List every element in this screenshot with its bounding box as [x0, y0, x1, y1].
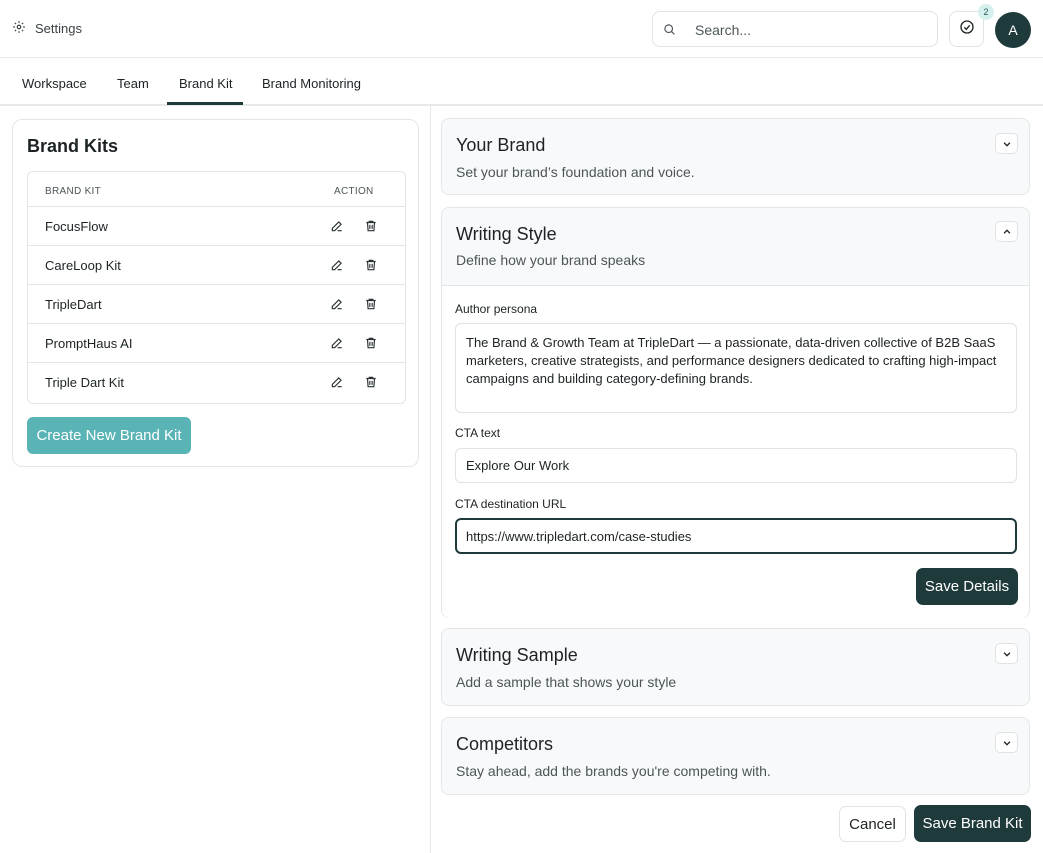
table-row: PromptHaus AI — [28, 323, 405, 362]
chevron-down-icon — [1003, 141, 1010, 147]
section-title: Competitors — [456, 734, 554, 754]
your-brand-section[interactable]: Your Brand Set your brand’s foundation a… — [441, 118, 1030, 195]
tab-team[interactable]: Team — [117, 76, 149, 91]
panel-divider — [430, 106, 431, 853]
trash-icon[interactable] — [364, 219, 378, 233]
table-row: FocusFlow — [28, 206, 405, 245]
brand-kit-name: FocusFlow — [45, 219, 108, 234]
section-subtitle: Add a sample that shows your style — [456, 674, 677, 690]
edit-pencil-icon[interactable] — [330, 219, 344, 233]
brand-kits-title: Brand Kits — [27, 136, 119, 156]
avatar[interactable]: A — [995, 12, 1031, 48]
search-box[interactable] — [652, 11, 938, 47]
brand-kits-card: Brand Kits BRAND KIT ACTION FocusFlow Ca… — [12, 119, 419, 467]
trash-icon[interactable] — [364, 375, 378, 389]
settings-heading: Settings — [12, 20, 82, 37]
section-title: Writing Sample — [456, 645, 578, 665]
gear-icon — [12, 20, 26, 37]
table-row: TripleDart — [28, 284, 405, 323]
edit-pencil-icon[interactable] — [330, 336, 344, 350]
brand-kit-name: PromptHaus AI — [45, 336, 133, 351]
tab-brand-kit[interactable]: Brand Kit — [179, 76, 232, 91]
chevron-up-icon — [1003, 228, 1010, 234]
column-header-action: ACTION — [334, 186, 374, 197]
author-persona-label: Author persona — [455, 302, 538, 316]
author-persona-textarea[interactable]: The Brand & Growth Team at TripleDart — … — [455, 323, 1017, 413]
trash-icon[interactable] — [364, 258, 378, 272]
expand-toggle[interactable] — [995, 732, 1018, 753]
cta-url-label: CTA destination URL — [455, 497, 567, 511]
trash-icon[interactable] — [364, 336, 378, 350]
chevron-down-icon — [1003, 740, 1010, 746]
collapse-toggle[interactable] — [995, 221, 1018, 242]
brand-kit-name: CareLoop Kit — [45, 258, 121, 273]
save-details-button[interactable]: Save Details — [916, 568, 1018, 605]
save-brand-kit-button[interactable]: Save Brand Kit — [914, 805, 1031, 842]
writing-sample-section[interactable]: Writing Sample Add a sample that shows y… — [441, 628, 1030, 706]
section-title: Writing Style — [456, 224, 557, 244]
check-circle-icon — [959, 19, 975, 40]
cancel-button[interactable]: Cancel — [839, 806, 906, 842]
brand-kit-name: TripleDart — [45, 297, 102, 312]
writing-style-section: Writing Style Define how your brand spea… — [441, 207, 1030, 618]
column-header-brand-kit: BRAND KIT — [45, 186, 102, 197]
cta-text-input[interactable] — [455, 448, 1017, 483]
cta-url-input[interactable] — [455, 518, 1017, 554]
chevron-down-icon — [1003, 651, 1010, 657]
edit-pencil-icon[interactable] — [330, 375, 344, 389]
expand-toggle[interactable] — [995, 643, 1018, 664]
settings-label: Settings — [35, 21, 82, 36]
trash-icon[interactable] — [364, 297, 378, 311]
table-row: CareLoop Kit — [28, 245, 405, 284]
section-title: Your Brand — [456, 135, 546, 155]
section-subtitle: Set your brand’s foundation and voice. — [456, 164, 695, 180]
section-subtitle: Stay ahead, add the brands you're compet… — [456, 763, 771, 779]
edit-pencil-icon[interactable] — [330, 258, 344, 272]
expand-toggle[interactable] — [995, 133, 1018, 154]
tab-brand-monitoring[interactable]: Brand Monitoring — [262, 76, 361, 91]
section-subtitle: Define how your brand speaks — [456, 252, 646, 268]
notification-badge: 2 — [978, 4, 994, 20]
writing-style-form: Author persona The Brand & Growth Team a… — [442, 285, 1029, 618]
competitors-section[interactable]: Competitors Stay ahead, add the brands y… — [441, 717, 1030, 795]
tab-workspace[interactable]: Workspace — [22, 76, 87, 91]
cta-text-label: CTA text — [455, 426, 501, 440]
table-row: Triple Dart Kit — [28, 362, 405, 401]
brand-kit-name: Triple Dart Kit — [45, 375, 124, 390]
edit-pencil-icon[interactable] — [330, 297, 344, 311]
create-brand-kit-button[interactable]: Create New Brand Kit — [27, 417, 191, 454]
brand-kits-table: BRAND KIT ACTION FocusFlow CareLoop Kit … — [27, 171, 406, 404]
settings-tabs: Workspace Team Brand Kit Brand Monitorin… — [0, 58, 1043, 106]
search-input[interactable] — [695, 20, 925, 40]
active-tab-indicator — [167, 102, 243, 105]
top-bar: Settings 2 A — [0, 0, 1043, 58]
